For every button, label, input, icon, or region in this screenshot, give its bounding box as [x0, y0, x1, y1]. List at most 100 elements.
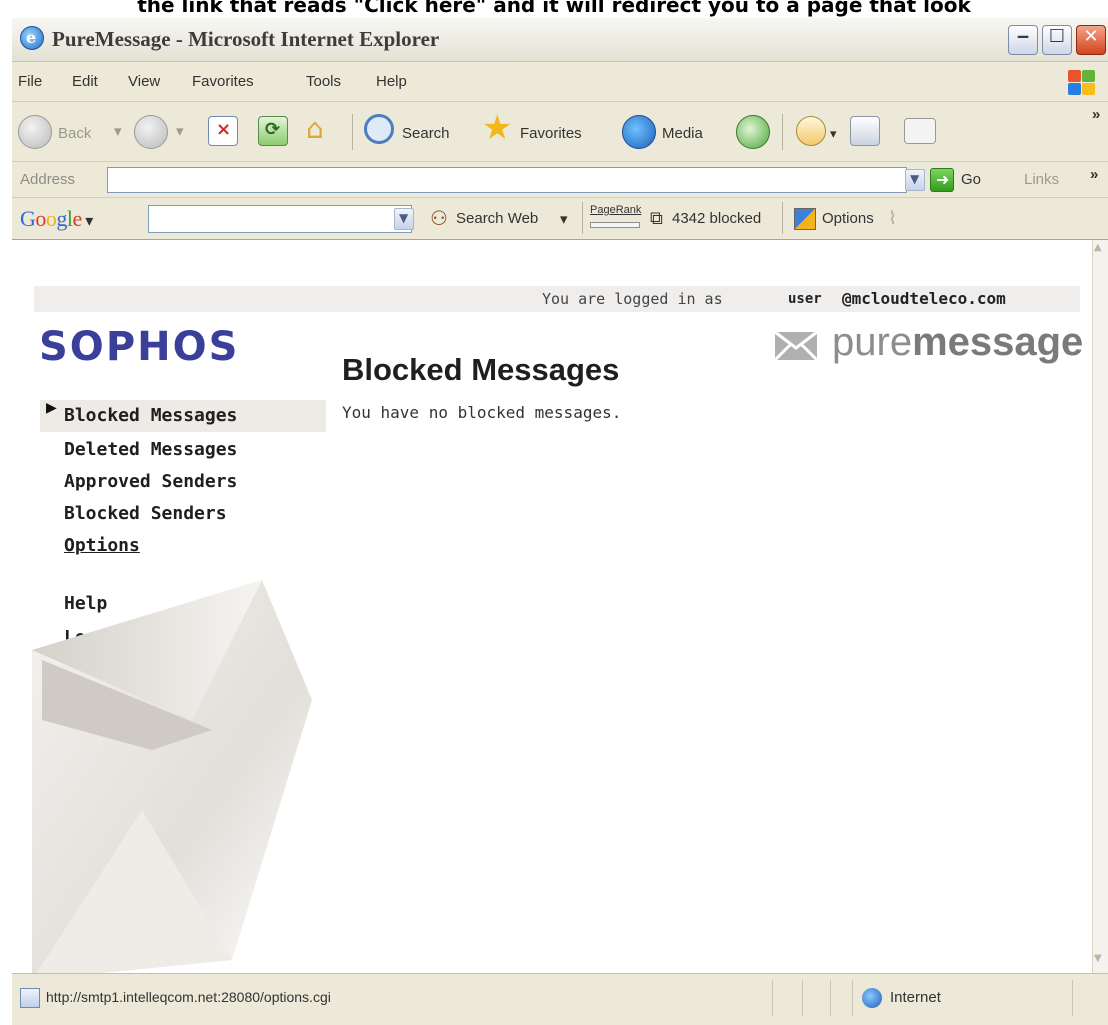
security-zone-label: Internet — [890, 989, 941, 1006]
search-icon — [364, 114, 394, 144]
toolbar-separator — [582, 202, 583, 234]
media-label: Media — [662, 125, 703, 142]
toolbar-separator — [352, 114, 353, 150]
maximize-icon: ☐ — [1048, 26, 1066, 47]
menu-view[interactable]: View — [128, 73, 160, 90]
media-button[interactable]: Media — [622, 112, 732, 152]
sidebar-item-options[interactable]: Options — [40, 530, 326, 562]
menu-file[interactable]: File — [18, 73, 42, 90]
go-button[interactable]: ➜ — [930, 168, 954, 192]
sidebar-item-blocked-messages[interactable]: ▶ Blocked Messages — [40, 400, 326, 432]
edit-page-icon[interactable] — [904, 118, 936, 144]
title-bar: e PureMessage - Microsoft Internet Explo… — [12, 18, 1108, 62]
menu-favorites[interactable]: Favorites — [192, 73, 254, 90]
browser-window: e PureMessage - Microsoft Internet Explo… — [12, 18, 1108, 1025]
google-toolbar: Google ▾ ▼ ⚇ Search Web ▾ PageRank ⧉ 434… — [12, 198, 1108, 240]
binoculars-icon: ⚇ — [430, 206, 448, 230]
print-icon[interactable] — [850, 116, 880, 146]
address-dropdown-button[interactable]: ▼ — [905, 169, 925, 191]
go-arrow-icon: ➜ — [936, 170, 950, 189]
google-search-input[interactable] — [148, 205, 412, 233]
standard-toolbar: Back ▾ ▾ × ⟳ ⌂ Search ★ Favorites Media — [12, 102, 1108, 162]
back-button[interactable]: Back ▾ — [18, 112, 128, 152]
status-bar: http://smtp1.intelleqcom.net:28080/optio… — [12, 973, 1108, 1025]
maximize-button[interactable]: ☐ — [1042, 25, 1072, 55]
mail-icon[interactable] — [796, 116, 826, 146]
logged-in-user: user — [788, 291, 822, 307]
forward-button[interactable]: ▾ — [134, 112, 194, 152]
options-icon — [794, 208, 816, 230]
page-title: Blocked Messages — [342, 352, 620, 387]
puremessage-logo-pure: pure — [832, 320, 913, 364]
sidebar-item-label: Blocked Senders — [64, 503, 227, 524]
menu-tools[interactable]: Tools — [306, 73, 341, 90]
go-label[interactable]: Go — [961, 171, 981, 188]
chevron-down-icon: ▼ — [399, 211, 409, 225]
sidebar-item-blocked-senders[interactable]: Blocked Senders — [40, 498, 326, 530]
menu-bar: File Edit View Favorites Tools Help — [12, 62, 1108, 102]
google-logo[interactable]: Google ▾ — [20, 206, 93, 232]
close-icon: ✕ — [1083, 26, 1099, 47]
close-button[interactable]: ✕ — [1076, 25, 1106, 55]
menu-edit[interactable]: Edit — [72, 73, 98, 90]
page-caption: the link that reads "Click here" and it … — [137, 0, 971, 17]
status-divider — [772, 980, 773, 1016]
sidebar-item-deleted-messages[interactable]: Deleted Messages — [40, 434, 326, 466]
search-web-button[interactable]: Search Web — [456, 210, 538, 227]
puremessage-logo: puremessage — [832, 320, 1083, 365]
search-web-dropdown-icon[interactable]: ▾ — [560, 210, 568, 228]
scroll-down-icon[interactable]: ▼ — [1094, 953, 1107, 969]
sidebar-item-label: Approved Senders — [64, 471, 238, 492]
paperclip-icon[interactable]: ⌇ — [888, 208, 897, 229]
toolbar-separator — [782, 202, 783, 234]
address-input[interactable] — [107, 167, 907, 193]
back-dropdown-icon[interactable]: ▾ — [114, 122, 122, 140]
minimize-icon: ‒ — [1016, 26, 1030, 47]
links-label[interactable]: Links — [1024, 171, 1059, 188]
toolbar-overflow-icon[interactable]: » — [1092, 106, 1100, 123]
search-label: Search — [402, 125, 450, 142]
empty-state-message: You have no blocked messages. — [342, 403, 622, 422]
mail-dropdown-icon[interactable]: ▾ — [830, 126, 837, 142]
popup-blocked-count[interactable]: 4342 blocked — [672, 210, 761, 227]
puremessage-logo-message: message — [912, 320, 1084, 364]
refresh-icon[interactable]: ⟳ — [258, 116, 288, 146]
minimize-button[interactable]: ‒ — [1008, 25, 1038, 55]
envelope-logo-icon — [774, 330, 818, 362]
favorites-button[interactable]: ★ Favorites — [482, 108, 612, 152]
decorative-envelope-image — [32, 580, 312, 973]
page-status-icon — [20, 988, 40, 1008]
current-item-arrow-icon: ▶ — [46, 400, 57, 416]
toolbar-separator — [782, 114, 783, 150]
logged-in-label: You are logged in as — [542, 290, 723, 308]
forward-dropdown-icon[interactable]: ▾ — [176, 122, 184, 140]
status-divider — [830, 980, 831, 1016]
vertical-scrollbar[interactable]: ▲ ▼ — [1092, 240, 1108, 973]
popup-blocker-icon: ⧉ — [650, 208, 663, 229]
menu-help[interactable]: Help — [376, 73, 407, 90]
google-options-button[interactable]: Options — [822, 210, 874, 227]
back-arrow-icon — [18, 115, 52, 149]
stop-icon[interactable]: × — [208, 116, 238, 146]
page-viewport: You are logged in as user @mcloudteleco.… — [12, 240, 1092, 973]
pagerank-indicator[interactable]: PageRank — [590, 204, 641, 216]
links-overflow-icon[interactable]: » — [1090, 166, 1098, 183]
status-divider — [1072, 980, 1073, 1016]
internet-zone-icon — [862, 988, 882, 1008]
window-title: PureMessage - Microsoft Internet Explore… — [52, 27, 440, 51]
pagerank-bar — [590, 222, 640, 228]
history-icon[interactable] — [736, 115, 770, 149]
sidebar-item-approved-senders[interactable]: Approved Senders — [40, 466, 326, 498]
favorites-label: Favorites — [520, 125, 582, 142]
scroll-up-icon[interactable]: ▲ — [1094, 242, 1107, 258]
status-url: http://smtp1.intelleqcom.net:28080/optio… — [46, 989, 331, 1005]
sophos-logo: SOPHOS — [39, 324, 240, 370]
google-search-dropdown-button[interactable]: ▼ — [394, 208, 414, 230]
logged-in-domain: @mcloudteleco.com — [842, 289, 1006, 308]
search-button[interactable]: Search — [364, 112, 474, 152]
media-globe-icon — [622, 115, 656, 149]
home-icon[interactable]: ⌂ — [306, 112, 336, 145]
sidebar-item-label: Deleted Messages — [64, 439, 238, 460]
windows-logo-icon — [1066, 68, 1096, 96]
sidebar-item-label: Blocked Messages — [64, 405, 238, 426]
